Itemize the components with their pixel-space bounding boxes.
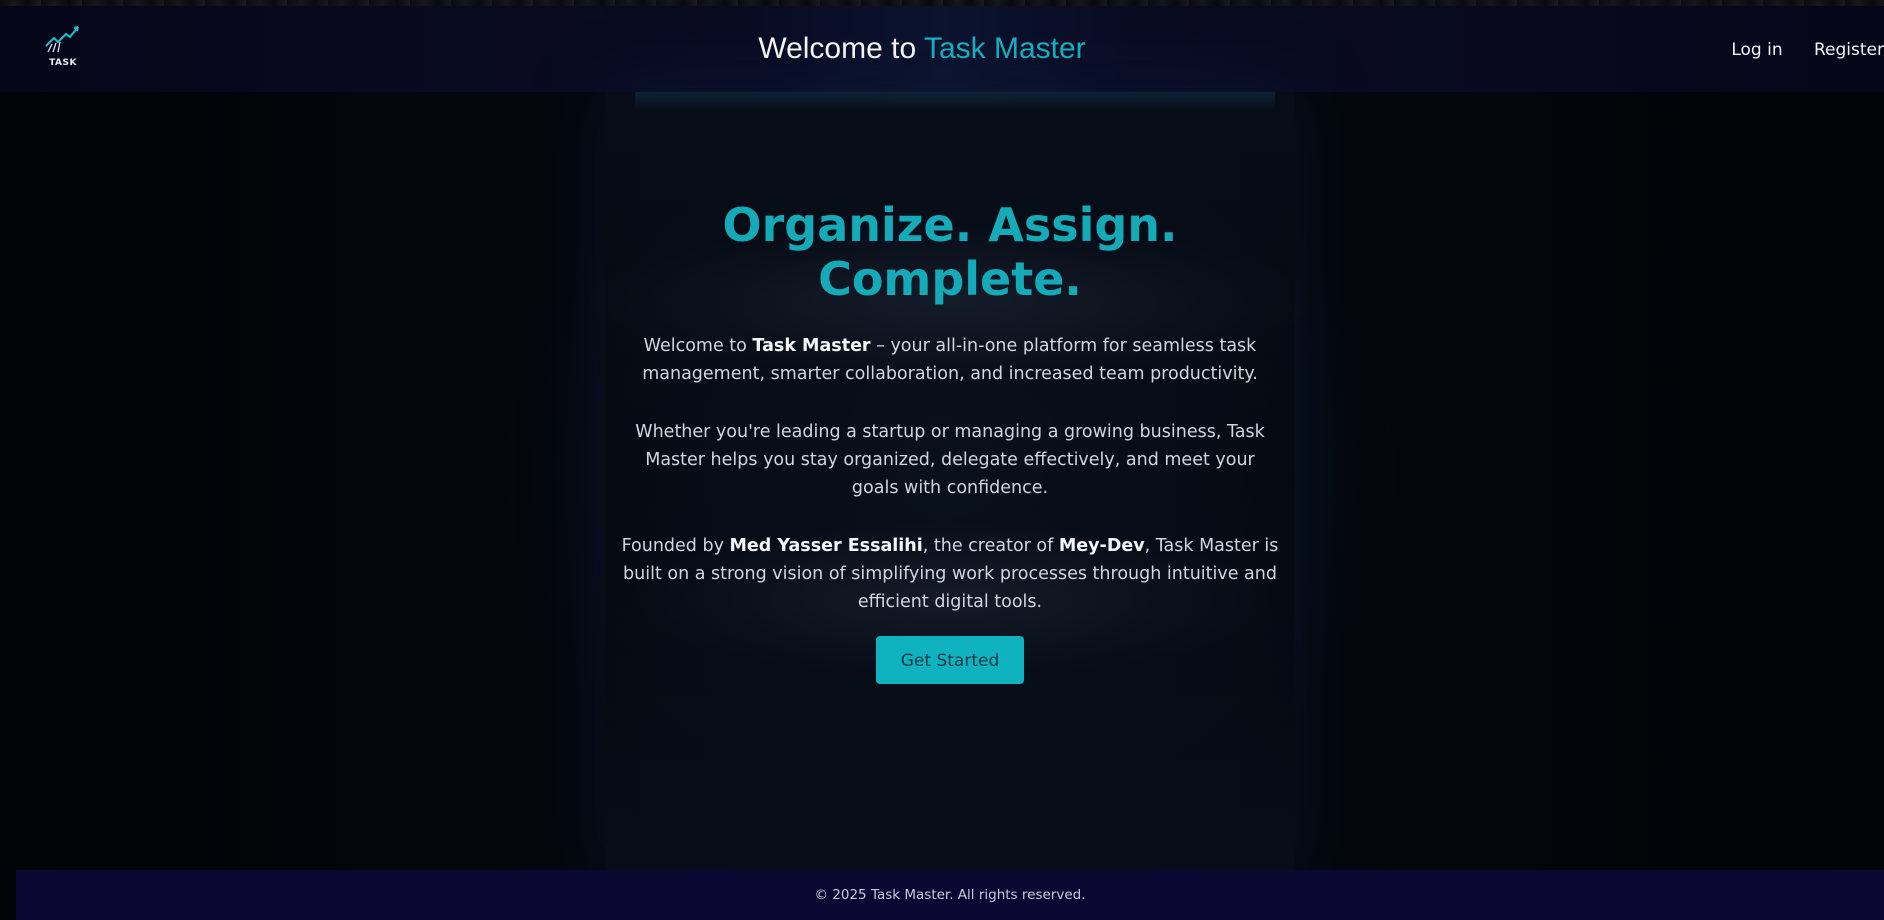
company-name: Mey-Dev [1058,536,1145,556]
hero-panel-glow [635,92,1275,112]
hero-intro-paragraph: Welcome to Task Master – your all-in-one… [605,332,1295,388]
header: TASK Welcome to Task Master Log in Regis… [0,6,1884,92]
founder-name: Med Yasser Essalihi [729,536,923,556]
intro-brand: Task Master [752,336,871,356]
register-link[interactable]: Register [1814,40,1884,60]
header-title-brand: Task Master [923,32,1086,65]
get-started-button[interactable]: Get Started [876,636,1024,684]
page: TASK Welcome to Task Master Log in Regis… [0,0,1884,920]
intro-before: Welcome to [643,336,753,356]
login-link[interactable]: Log in [1731,40,1782,60]
hero-founder-paragraph: Founded by Med Yasser Essalihi, the crea… [620,532,1280,616]
footer: © 2025 Task Master. All rights reserved. [16,870,1884,920]
founder-before: Founded by [621,536,730,556]
auth-nav: Log in Register [1705,40,1884,60]
header-title: Welcome to Task Master [0,32,1844,66]
founder-middle: , the creator of [922,536,1059,556]
footer-copyright: © 2025 Task Master. All rights reserved. [814,887,1086,903]
hero-description-paragraph: Whether you're leading a startup or mana… [635,422,1265,498]
hero-headline: Organize. Assign. Complete. [722,198,1178,306]
hero-section: Organize. Assign. Complete. Welcome to T… [605,198,1295,684]
header-title-prefix: Welcome to [758,32,917,65]
